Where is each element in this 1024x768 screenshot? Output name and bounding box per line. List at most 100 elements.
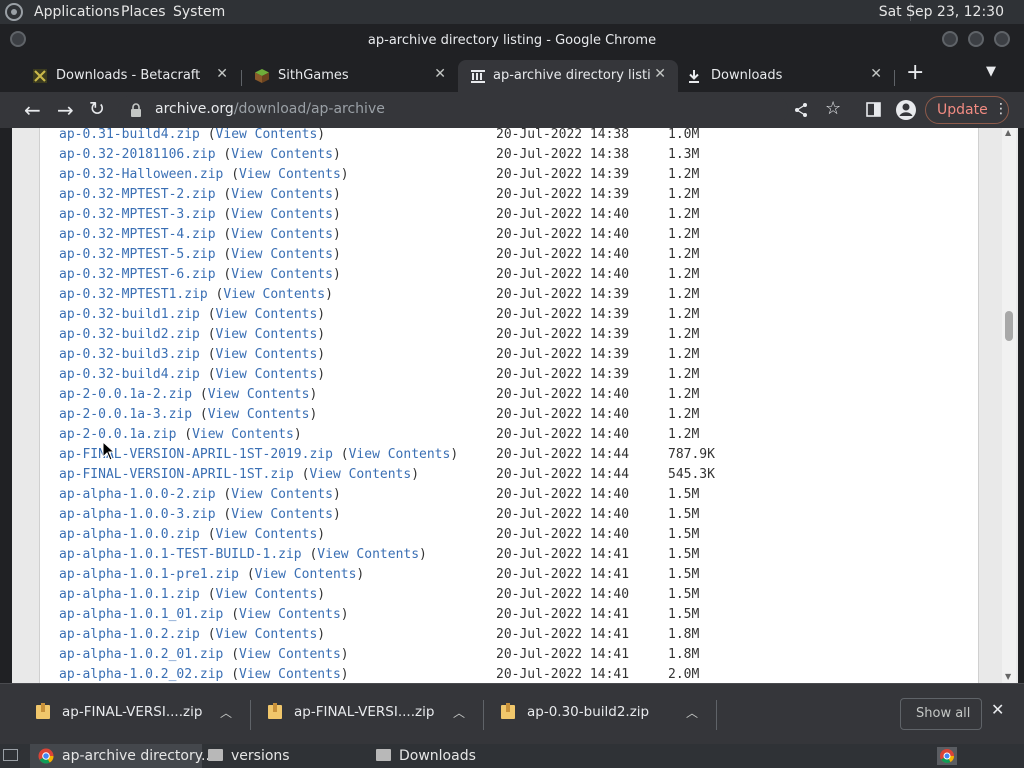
file-link[interactable]: ap-FINAL-VERSION-APRIL-1ST-2019.zip [59, 447, 333, 462]
view-contents-link[interactable]: View Contents [216, 347, 318, 362]
view-contents-link[interactable]: View Contents [231, 187, 333, 202]
file-link[interactable]: ap-2-0.0.1a-2.zip [59, 387, 192, 402]
view-contents-link[interactable]: View Contents [309, 467, 411, 482]
file-link[interactable]: ap-2-0.0.1a.zip [59, 427, 176, 442]
tab-downloads[interactable]: Downloads ✕ [678, 60, 894, 92]
close-window-icon[interactable] [994, 31, 1010, 47]
system-menu[interactable]: System [173, 4, 225, 20]
view-contents-link[interactable]: View Contents [231, 207, 333, 222]
minimize-icon[interactable] [942, 31, 958, 47]
file-link[interactable]: ap-0.32-MPTEST-2.zip [59, 187, 216, 202]
file-link[interactable]: ap-0.32-20181106.zip [59, 147, 216, 162]
view-contents-link[interactable]: View Contents [239, 667, 341, 682]
file-link[interactable]: ap-0.32-MPTEST1.zip [59, 287, 208, 302]
places-menu[interactable]: Places [121, 4, 166, 20]
close-tab-icon[interactable]: ✕ [654, 66, 666, 82]
view-contents-link[interactable]: View Contents [317, 547, 419, 562]
view-contents-link[interactable]: View Contents [231, 227, 333, 242]
scroll-down-arrow-icon[interactable]: ▼ [1005, 672, 1011, 681]
vertical-scrollbar[interactable]: ▲ ▼ [1002, 128, 1016, 683]
file-link[interactable]: ap-alpha-1.0.2_01.zip [59, 647, 223, 662]
view-contents-link[interactable]: View Contents [231, 247, 333, 262]
file-link[interactable]: ap-alpha-1.0.2.zip [59, 627, 200, 642]
view-contents-link[interactable]: View Contents [239, 607, 341, 622]
download-item[interactable]: ap-0.30-build2.zip ︿ [501, 698, 701, 728]
profile-avatar-icon[interactable] [895, 99, 917, 121]
scroll-up-arrow-icon[interactable]: ▲ [1005, 128, 1011, 137]
taskbar-item-chrome[interactable]: ap-archive directory... [30, 744, 214, 768]
view-contents-link[interactable]: View Contents [239, 647, 341, 662]
reload-icon[interactable]: ↻ [89, 98, 105, 120]
view-contents-link[interactable]: View Contents [216, 627, 318, 642]
view-contents-link[interactable]: View Contents [231, 507, 333, 522]
maximize-icon[interactable] [968, 31, 984, 47]
bookmark-star-icon[interactable]: ☆ [825, 98, 841, 119]
view-contents-link[interactable]: View Contents [208, 407, 310, 422]
file-link[interactable]: ap-0.32-MPTEST-6.zip [59, 267, 216, 282]
file-link[interactable]: ap-alpha-1.0.1-pre1.zip [59, 567, 239, 582]
tab-betacraft[interactable]: Downloads - Betacraft ✕ [12, 60, 240, 92]
file-link[interactable]: ap-alpha-1.0.0.zip [59, 527, 200, 542]
close-tab-icon[interactable]: ✕ [434, 66, 446, 82]
forward-icon[interactable]: → [57, 98, 74, 122]
view-contents-link[interactable]: View Contents [192, 427, 294, 442]
taskbar-item-downloads[interactable]: Downloads [372, 744, 532, 768]
side-panel-icon[interactable] [866, 102, 881, 117]
file-link[interactable]: ap-0.32-build4.zip [59, 367, 200, 382]
file-link[interactable]: ap-alpha-1.0.2_02.zip [59, 667, 223, 682]
file-link[interactable]: ap-FINAL-VERSION-APRIL-1ST.zip [59, 467, 294, 482]
scrollbar-thumb[interactable] [1005, 311, 1013, 341]
address-bar[interactable]: archive.org/download/ap-archive [118, 95, 788, 125]
view-contents-link[interactable]: View Contents [216, 327, 318, 342]
file-link[interactable]: ap-2-0.0.1a-3.zip [59, 407, 192, 422]
view-contents-link[interactable]: View Contents [216, 128, 318, 142]
close-shelf-icon[interactable]: ✕ [991, 700, 1004, 719]
new-tab-icon[interactable]: + [906, 60, 924, 85]
show-desktop-button[interactable] [0, 744, 22, 768]
file-link[interactable]: ap-alpha-1.0.0-2.zip [59, 487, 216, 502]
view-contents-link[interactable]: View Contents [216, 307, 318, 322]
file-link[interactable]: ap-alpha-1.0.1_01.zip [59, 607, 223, 622]
applications-menu[interactable]: Applications [34, 4, 120, 20]
tray-chrome-icon[interactable] [937, 747, 957, 765]
tab-ap-archive[interactable]: ap-archive directory listing ✕ [458, 60, 678, 92]
file-link[interactable]: ap-alpha-1.0.1.zip [59, 587, 200, 602]
close-tab-icon[interactable]: ✕ [870, 66, 882, 82]
chevron-up-icon[interactable]: ︿ [453, 704, 465, 721]
view-contents-link[interactable]: View Contents [208, 387, 310, 402]
view-contents-link[interactable]: View Contents [216, 367, 318, 382]
file-link[interactable]: ap-0.32-build3.zip [59, 347, 200, 362]
file-link[interactable]: ap-0.32-MPTEST-5.zip [59, 247, 216, 262]
view-contents-link[interactable]: View Contents [216, 587, 318, 602]
file-link[interactable]: ap-0.32-MPTEST-3.zip [59, 207, 216, 222]
view-contents-link[interactable]: View Contents [231, 267, 333, 282]
download-item[interactable]: ap-FINAL-VERSI....zip ︿ [36, 698, 236, 728]
file-link[interactable]: ap-alpha-1.0.0-3.zip [59, 507, 216, 522]
view-contents-link[interactable]: View Contents [231, 147, 333, 162]
clock[interactable]: Sat Sep 23, 12:30 [879, 4, 1004, 20]
view-contents-link[interactable]: View Contents [216, 527, 318, 542]
view-contents-link[interactable]: View Contents [239, 167, 341, 182]
back-icon[interactable]: ← [24, 98, 41, 122]
file-link[interactable]: ap-0.32-build2.zip [59, 327, 200, 342]
view-contents-link[interactable]: View Contents [223, 287, 325, 302]
update-button[interactable]: Update ⋮ [925, 96, 1009, 124]
lock-icon[interactable] [130, 103, 142, 117]
chevron-up-icon[interactable]: ︿ [686, 704, 698, 721]
url-text[interactable]: archive.org/download/ap-archive [155, 101, 385, 117]
file-link[interactable]: ap-0.32-MPTEST-4.zip [59, 227, 216, 242]
file-link[interactable]: ap-0.31-build4.zip [59, 128, 200, 142]
share-icon[interactable] [793, 102, 809, 118]
file-link[interactable]: ap-0.32-build1.zip [59, 307, 200, 322]
file-link[interactable]: ap-0.32-Halloween.zip [59, 167, 223, 182]
file-link[interactable]: ap-alpha-1.0.1-TEST-BUILD-1.zip [59, 547, 302, 562]
tab-sithgames[interactable]: SithGames ✕ [234, 60, 458, 92]
view-contents-link[interactable]: View Contents [255, 567, 357, 582]
tab-search-chevron-icon[interactable]: ▼ [986, 64, 996, 79]
menu-logo-icon[interactable] [5, 3, 23, 21]
download-item[interactable]: ap-FINAL-VERSI....zip ︿ [268, 698, 468, 728]
view-contents-link[interactable]: View Contents [231, 487, 333, 502]
view-contents-link[interactable]: View Contents [349, 447, 451, 462]
close-tab-icon[interactable]: ✕ [216, 66, 228, 82]
taskbar-item-versions[interactable]: versions [204, 744, 364, 768]
